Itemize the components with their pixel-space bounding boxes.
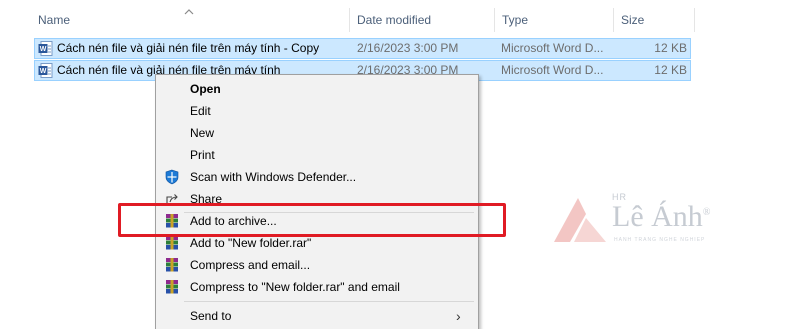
column-divider[interactable]	[613, 8, 614, 32]
winrar-icon	[166, 236, 178, 250]
menu-item-send-to[interactable]: Send to ›	[156, 305, 478, 327]
menu-item-label: New	[190, 126, 215, 140]
chevron-right-icon: ›	[456, 308, 461, 324]
file-size: 12 KB	[654, 41, 687, 55]
file-name: Cách nén file và giải nén file trên máy …	[57, 41, 320, 55]
column-size[interactable]: Size	[615, 8, 695, 32]
menu-item-compress-to-rar-email[interactable]: Compress to "New folder.rar" and email	[156, 276, 478, 298]
context-menu: Open Edit New Print Scan with Windows De…	[155, 74, 479, 329]
menu-item-print[interactable]: Print	[156, 144, 478, 166]
menu-item-label: Open	[190, 82, 221, 96]
file-type: Microsoft Word D...	[501, 63, 604, 77]
menu-item-label: Print	[190, 148, 215, 162]
logo-mark-icon	[554, 198, 606, 242]
menu-item-edit[interactable]: Edit	[156, 100, 478, 122]
watermark-logo: HR Lê Ánh® HANH TRANG NGHE NGHIEP	[552, 192, 712, 248]
menu-item-label: Scan with Windows Defender...	[190, 170, 357, 184]
column-divider[interactable]	[494, 8, 495, 32]
menu-item-scan-defender[interactable]: Scan with Windows Defender...	[156, 166, 478, 188]
column-type[interactable]: Type	[496, 8, 608, 32]
menu-item-label: Send to	[190, 309, 232, 323]
menu-separator	[184, 301, 474, 302]
svg-text:W: W	[40, 46, 47, 53]
windows-defender-icon	[165, 169, 179, 185]
winrar-icon	[166, 258, 178, 272]
svg-text:W: W	[40, 68, 47, 75]
column-name[interactable]: Name	[32, 8, 347, 32]
highlight-box	[118, 203, 506, 237]
file-size: 12 KB	[654, 63, 687, 77]
file-date: 2/16/2023 3:00 PM	[357, 41, 459, 55]
column-header: Name Date modified Type Size	[0, 8, 800, 32]
word-doc-icon: W	[38, 41, 53, 56]
watermark-name: Lê Ánh®	[612, 200, 710, 234]
menu-item-open[interactable]: Open	[156, 78, 478, 100]
registered-mark: ®	[702, 207, 711, 218]
menu-item-label: Compress to "New folder.rar" and email	[190, 280, 400, 294]
menu-item-label: Compress and email...	[190, 258, 311, 272]
watermark-name-text: Lê Ánh	[612, 200, 703, 233]
watermark-tagline: HANH TRANG NGHE NGHIEP	[614, 237, 706, 243]
column-divider[interactable]	[349, 8, 350, 32]
file-row[interactable]: W Cách nén file và giải nén file trên má…	[34, 38, 691, 59]
word-doc-icon: W	[38, 63, 53, 78]
menu-item-compress-email[interactable]: Compress and email...	[156, 254, 478, 276]
column-divider[interactable]	[694, 8, 695, 32]
column-date-modified[interactable]: Date modified	[351, 8, 491, 32]
winrar-icon	[166, 280, 178, 294]
menu-item-new[interactable]: New	[156, 122, 478, 144]
menu-item-label: Edit	[190, 104, 211, 118]
file-type: Microsoft Word D...	[501, 41, 604, 55]
